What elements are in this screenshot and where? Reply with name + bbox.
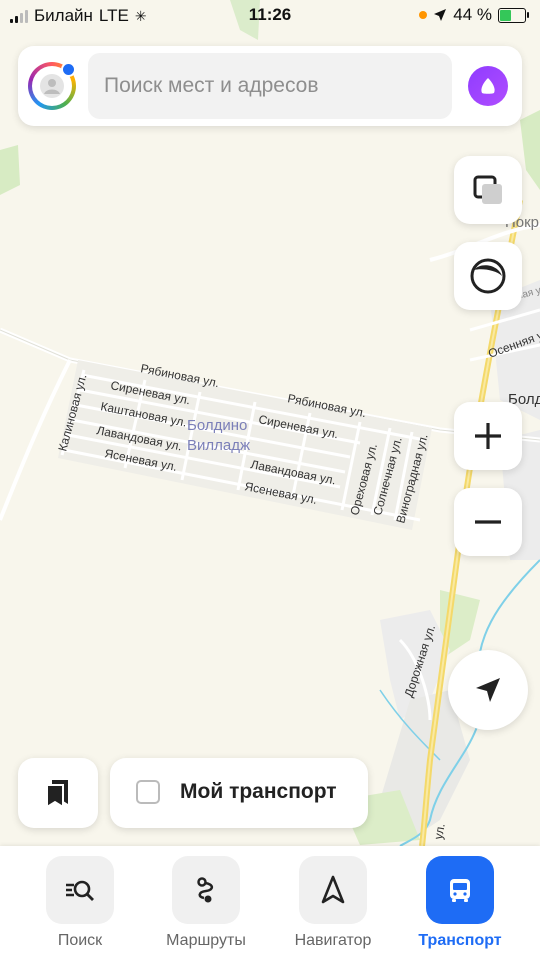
tab-label: Транспорт	[418, 932, 502, 949]
my-transport-checkbox[interactable]	[136, 780, 160, 804]
search-list-icon	[46, 856, 114, 924]
style-toggle-button[interactable]	[454, 242, 522, 310]
battery-percent: 44 %	[453, 5, 492, 24]
search-card	[18, 46, 522, 126]
zoom-out-button[interactable]	[454, 488, 522, 556]
circle-style-icon	[470, 258, 506, 294]
tab-navigator[interactable]: Навигатор	[273, 856, 393, 956]
tab-label: Маршруты	[166, 932, 246, 949]
status-right: 44 %	[419, 5, 529, 25]
location-arrow-icon	[476, 678, 500, 702]
layers-icon	[473, 175, 502, 204]
street-label: ул.	[431, 822, 448, 840]
tab-transport[interactable]: Транспорт	[400, 856, 520, 956]
tab-search[interactable]: Поиск	[20, 856, 140, 956]
status-bar: Билайн LTE ✳ 11:26 44 %	[0, 0, 540, 30]
minus-icon	[475, 520, 501, 524]
tab-label: Навигатор	[294, 932, 372, 949]
profile-avatar[interactable]	[28, 62, 76, 110]
recording-dot-icon	[419, 11, 428, 19]
district-name: Болдино	[187, 417, 247, 434]
location-arrow-icon	[434, 9, 447, 21]
zoom-in-button[interactable]	[454, 402, 522, 470]
bottom-tab-bar: Поиск Маршруты Навигатор Транспорт	[0, 846, 540, 960]
my-transport-label: Мой транспорт	[180, 780, 337, 803]
search-input[interactable]	[88, 53, 452, 119]
tab-routes[interactable]: Маршруты	[146, 856, 266, 956]
bus-icon	[426, 856, 494, 924]
my-location-button[interactable]	[448, 650, 528, 730]
layers-button[interactable]	[454, 156, 522, 224]
alice-voice-icon[interactable]	[468, 66, 508, 106]
tab-label: Поиск	[57, 932, 103, 949]
bookmarks-button[interactable]	[18, 758, 98, 828]
notification-badge	[61, 62, 76, 77]
district-name: Вилладж	[187, 437, 250, 454]
battery-icon	[498, 7, 529, 23]
bookmarks-icon	[46, 780, 68, 808]
plus-icon	[475, 423, 501, 449]
navigator-arrow-icon	[299, 856, 367, 924]
my-transport-toggle[interactable]: Мой транспорт	[110, 758, 368, 828]
route-icon	[172, 856, 240, 924]
